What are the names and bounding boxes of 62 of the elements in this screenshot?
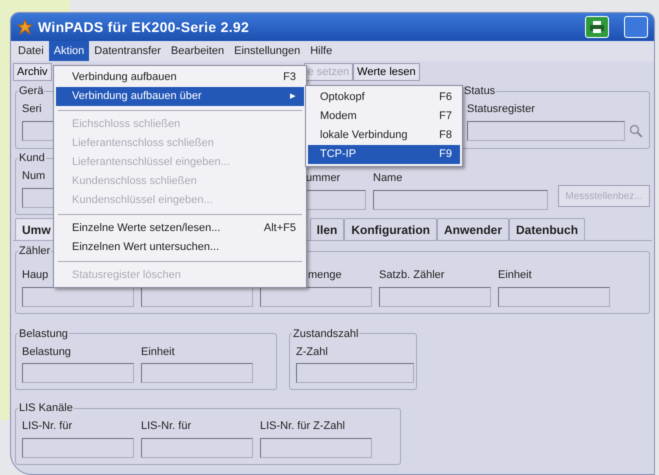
group-label: Zustandszahl: [292, 328, 360, 340]
menu-item[interactable]: Hilfe: [305, 40, 338, 62]
field-label: LIS-Nr. für: [141, 419, 192, 434]
field-label: Z-Zahl: [296, 344, 328, 360]
input-field[interactable]: [141, 438, 253, 458]
group-label: Status: [463, 85, 496, 97]
input-field[interactable]: [260, 438, 372, 458]
input-field[interactable]: [141, 286, 253, 306]
tab[interactable]: Datenbuch: [509, 218, 586, 240]
menu-item[interactable]: Einzelnen Wert untersuchen...: [56, 238, 304, 257]
menu-item[interactable]: Modem F7: [308, 107, 460, 126]
input-field[interactable]: [296, 363, 414, 383]
menu-item[interactable]: Einstellungen: [229, 40, 306, 62]
tab[interactable]: llen: [310, 218, 344, 240]
input-field[interactable]: [498, 286, 610, 306]
group-label: LIS Kanäle: [18, 402, 74, 414]
field-label: Haup: [22, 268, 48, 283]
field-label: LIS-Nr. für Z-Zahl: [260, 419, 345, 434]
group-label: Kund: [18, 152, 46, 164]
field-label: Seri: [22, 102, 43, 117]
menu-item[interactable]: Verbindung aufbauen über ▸: [56, 87, 304, 106]
menu-item[interactable]: Optokopf F6: [308, 88, 460, 107]
menu-item[interactable]: lokale Verbindung F8: [308, 126, 460, 145]
field-label: Statusregister: [467, 102, 536, 117]
input-field[interactable]: [22, 286, 134, 306]
menu-item[interactable]: Verbindung aufbauen F3: [56, 68, 304, 87]
field-label: Satzb. Zähler: [379, 268, 444, 283]
menu-item[interactable]: Datei: [13, 40, 49, 62]
menu-item[interactable]: Datentransfer: [89, 40, 166, 62]
input-field[interactable]: [22, 363, 134, 383]
field-label: Num: [22, 169, 46, 184]
tab[interactable]: Konfiguration: [344, 218, 437, 240]
input-field[interactable]: [260, 286, 372, 306]
field-label: Belastung: [22, 344, 71, 360]
group-label: Gerä: [18, 85, 44, 97]
search-icon[interactable]: [629, 124, 643, 138]
input-field[interactable]: [141, 363, 253, 383]
field-label: Einheit: [141, 344, 175, 360]
window-button[interactable]: [624, 16, 648, 38]
field-label: LIS-Nr. für: [22, 419, 72, 434]
input-field[interactable]: [373, 190, 548, 210]
menu-item[interactable]: Aktion: [48, 40, 90, 62]
window-title: WinPADS für EK200-Serie 2.92: [38, 18, 250, 36]
printer-button[interactable]: [585, 16, 609, 38]
field-label: menge: [308, 268, 342, 283]
app-icon: [17, 19, 33, 35]
toolbar-button[interactable]: Archiv: [13, 63, 52, 81]
input-field[interactable]: [379, 286, 491, 306]
input-field[interactable]: [22, 438, 134, 458]
field-label: Name: [373, 171, 404, 186]
field-label: Einheit: [498, 268, 532, 283]
menu-item[interactable]: TCP-IP F9: [308, 145, 460, 164]
menu-item[interactable]: Einzelne Werte setzen/lesen... Alt+F5: [56, 219, 304, 238]
printer-icon: [589, 20, 605, 34]
group-label: Zähler: [18, 245, 52, 257]
group-label: Belastung: [18, 328, 69, 340]
field-label: ummer: [306, 171, 342, 186]
toolbar-button[interactable]: Werte lesen: [353, 63, 420, 81]
menu-item[interactable]: Bearbeiten: [166, 40, 230, 62]
input-field[interactable]: [467, 120, 626, 140]
tab[interactable]: Anwender: [437, 218, 510, 240]
input-field[interactable]: [306, 190, 366, 210]
